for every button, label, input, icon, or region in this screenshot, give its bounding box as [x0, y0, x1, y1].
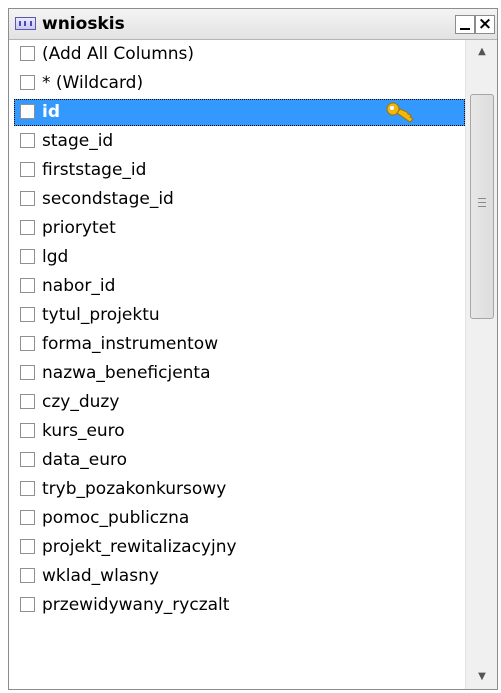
scroll-thumb[interactable] — [470, 94, 494, 319]
list-item[interactable]: firststage_id — [9, 156, 465, 185]
column-label: tryb_pozakonkursowy — [42, 479, 227, 499]
list-item[interactable]: przewidywany_ryczalt — [9, 591, 465, 620]
column-label: priorytet — [42, 218, 116, 238]
scroll-up-arrow-icon[interactable]: ▲ — [466, 40, 497, 64]
list-item[interactable]: data_euro — [9, 446, 465, 475]
column-checkbox[interactable] — [20, 452, 35, 467]
column-checkbox[interactable] — [20, 191, 35, 206]
column-label: forma_instrumentow — [42, 334, 219, 354]
column-checkbox[interactable] — [20, 394, 35, 409]
list-item[interactable]: * (Wildcard) — [9, 69, 465, 98]
column-checkbox[interactable] — [20, 481, 35, 496]
minimize-icon — [460, 28, 470, 30]
column-label: data_euro — [42, 450, 128, 470]
list-item[interactable]: projekt_rewitalizacyjny — [9, 533, 465, 562]
column-label: kurs_euro — [42, 421, 125, 441]
primary-key-icon — [386, 102, 414, 123]
list-item[interactable]: wklad_wlasny — [9, 562, 465, 591]
column-label: nabor_id — [42, 276, 116, 296]
list-item[interactable]: pomoc_publiczna — [9, 504, 465, 533]
list-item[interactable]: tryb_pozakonkursowy — [9, 475, 465, 504]
column-label: (Add All Columns) — [42, 44, 195, 64]
column-label: czy_duzy — [42, 392, 120, 412]
column-label: id — [42, 102, 60, 122]
list-item[interactable]: stage_id — [9, 127, 465, 156]
close-icon: × — [477, 14, 493, 34]
column-checkbox[interactable] — [20, 336, 35, 351]
list-item[interactable]: forma_instrumentow — [9, 330, 465, 359]
column-checkbox[interactable] — [20, 568, 35, 583]
column-checkbox[interactable] — [20, 278, 35, 293]
table-window[interactable]: wnioskis × (Add All Columns) * (Wildcard)… — [8, 8, 498, 690]
list-item[interactable]: id — [9, 98, 465, 127]
column-label: * (Wildcard) — [42, 73, 144, 93]
minimize-button[interactable] — [455, 15, 475, 34]
list-item[interactable]: nazwa_beneficjenta — [9, 359, 465, 388]
column-label: pomoc_publiczna — [42, 508, 190, 528]
title-bar[interactable]: wnioskis × — [9, 9, 497, 40]
list-item[interactable]: lgd — [9, 243, 465, 272]
scroll-down-arrow-icon[interactable]: ▼ — [466, 665, 497, 689]
column-checkbox[interactable] — [20, 46, 35, 61]
list-item[interactable]: secondstage_id — [9, 185, 465, 214]
column-checkbox[interactable] — [20, 75, 35, 90]
list-item[interactable]: tytul_projektu — [9, 301, 465, 330]
column-checkbox[interactable] — [20, 220, 35, 235]
column-label: lgd — [42, 247, 69, 267]
close-button[interactable]: × — [475, 15, 495, 34]
column-label: przewidywany_ryczalt — [42, 595, 230, 615]
list-item[interactable]: nabor_id — [9, 272, 465, 301]
column-label: projekt_rewitalizacyjny — [42, 537, 237, 557]
column-checkbox[interactable] — [20, 510, 35, 525]
list-item[interactable]: czy_duzy — [9, 388, 465, 417]
grip-icon — [478, 198, 486, 210]
list-item[interactable]: (Add All Columns) — [9, 40, 465, 69]
list-item[interactable]: kurs_euro — [9, 417, 465, 446]
column-checkbox[interactable] — [20, 423, 35, 438]
list-item[interactable]: priorytet — [9, 214, 465, 243]
column-checkbox[interactable] — [20, 249, 35, 264]
column-checkbox[interactable] — [20, 365, 35, 380]
column-label: wklad_wlasny — [42, 566, 159, 586]
column-label: nazwa_beneficjenta — [42, 363, 211, 383]
column-checkbox[interactable] — [20, 597, 35, 612]
column-checkbox[interactable] — [20, 539, 35, 554]
table-icon — [15, 17, 36, 30]
column-label: firststage_id — [42, 160, 147, 180]
column-label: stage_id — [42, 131, 114, 151]
column-checkbox[interactable] — [20, 133, 35, 148]
column-label: tytul_projektu — [42, 305, 160, 325]
column-checkbox[interactable] — [20, 162, 35, 177]
column-checkbox[interactable] — [20, 104, 35, 119]
window-title: wnioskis — [42, 14, 125, 34]
vertical-scrollbar[interactable]: ▲ ▼ — [465, 40, 497, 689]
column-list[interactable]: (Add All Columns) * (Wildcard) id stage_idf… — [9, 40, 465, 689]
column-checkbox[interactable] — [20, 307, 35, 322]
column-label: secondstage_id — [42, 189, 174, 209]
